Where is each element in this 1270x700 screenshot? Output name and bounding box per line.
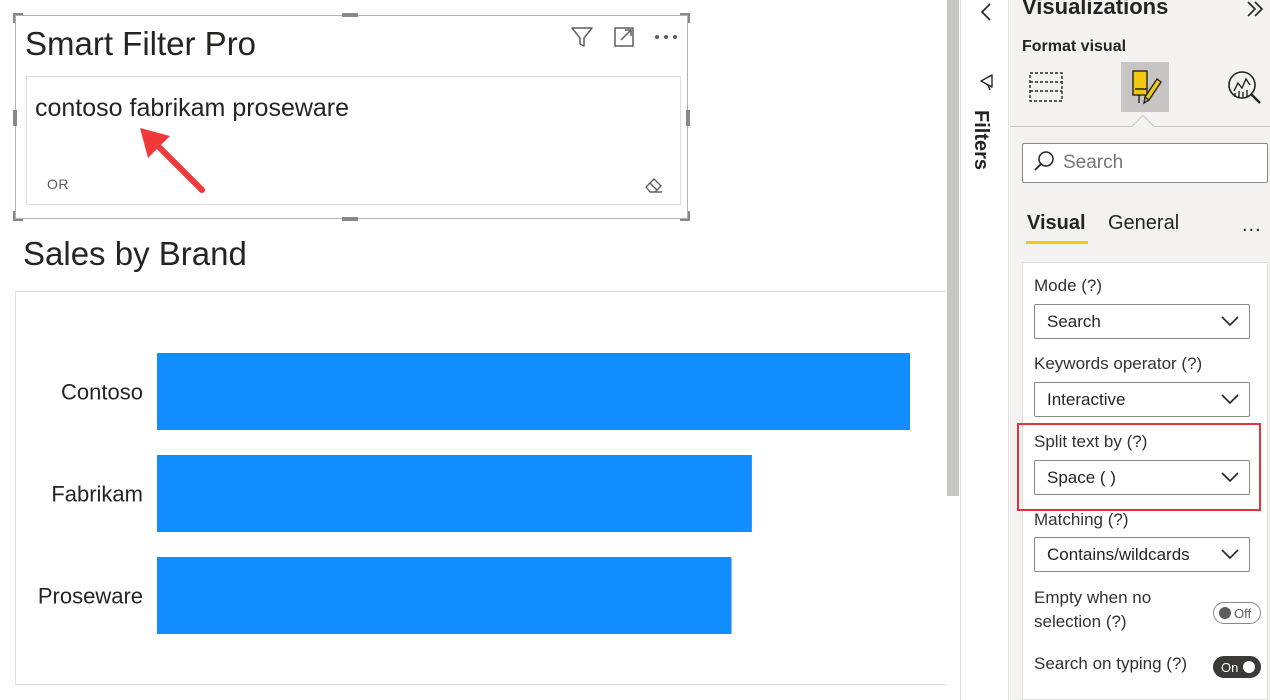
search-icon xyxy=(1033,150,1055,177)
resize-handle-right[interactable] xyxy=(686,110,690,126)
filter-icon[interactable] xyxy=(567,22,597,52)
format-search-box[interactable] xyxy=(1022,143,1268,183)
split-text-dropdown[interactable]: Space ( ) xyxy=(1034,460,1250,495)
canvas-scrollbar-thumb[interactable] xyxy=(947,0,959,496)
tab-visual-underline xyxy=(1026,241,1088,244)
resize-handle-top-left[interactable] xyxy=(13,13,23,23)
matching-label: Matching (?) xyxy=(1034,510,1129,529)
eraser-icon[interactable] xyxy=(644,176,664,194)
keywords-operator-dropdown[interactable]: Interactive xyxy=(1034,382,1250,417)
sales-bar-chart[interactable]: Contoso Fabrikam Proseware xyxy=(15,291,947,685)
chevron-left-icon[interactable] xyxy=(975,0,997,24)
toggle-state-label: Off xyxy=(1234,606,1252,621)
chevron-down-icon xyxy=(1221,549,1239,560)
format-visual-icon[interactable] xyxy=(1121,62,1169,112)
bar-proseware[interactable] xyxy=(157,557,732,634)
filters-flag-icon xyxy=(977,72,997,92)
tab-visual[interactable]: Visual xyxy=(1027,212,1086,235)
visualizations-title: Visualizations xyxy=(1022,0,1169,19)
focus-mode-icon[interactable] xyxy=(609,22,639,52)
resize-handle-bottom[interactable] xyxy=(342,217,358,221)
category-label: Fabrikam xyxy=(51,482,143,507)
tab-general[interactable]: General xyxy=(1108,212,1179,235)
toggle-state-label: On xyxy=(1221,660,1239,675)
bar-fabrikam[interactable] xyxy=(157,455,752,532)
keywords-operator-value: Interactive xyxy=(1047,390,1126,409)
double-chevron-right-icon[interactable] xyxy=(1244,0,1266,20)
empty-when-no-selection-toggle[interactable]: Off xyxy=(1213,602,1261,624)
operator-badge[interactable]: OR xyxy=(47,176,69,192)
search-on-typing-toggle[interactable]: On xyxy=(1213,656,1261,678)
filter-search-text[interactable]: contoso fabrikam proseware xyxy=(35,94,349,123)
active-tab-caret xyxy=(1131,114,1155,138)
resize-handle-top[interactable] xyxy=(342,13,358,17)
build-visual-icon[interactable] xyxy=(1022,62,1070,112)
more-options-icon[interactable]: ... xyxy=(1242,214,1262,237)
chevron-down-icon xyxy=(1221,316,1239,327)
search-input[interactable] xyxy=(1063,152,1253,174)
resize-handle-bottom-left[interactable] xyxy=(13,211,23,221)
resize-handle-bottom-right[interactable] xyxy=(680,211,690,221)
filters-label[interactable]: Filters xyxy=(969,110,992,170)
analytics-icon[interactable] xyxy=(1220,62,1268,112)
resize-handle-left[interactable] xyxy=(13,110,17,126)
split-text-value: Space ( ) xyxy=(1047,468,1116,487)
settings-card: Mode (?) Search Keywords operator (?) In… xyxy=(1017,262,1268,700)
filter-search-box[interactable]: contoso fabrikam proseware OR xyxy=(26,76,681,205)
visual-header-icons xyxy=(567,22,681,52)
category-label: Proseware xyxy=(38,584,143,609)
mode-dropdown[interactable]: Search xyxy=(1034,304,1250,339)
chevron-down-icon xyxy=(1221,472,1239,483)
mode-value: Search xyxy=(1047,312,1101,331)
visualizations-pane: Visualizations Format visual Search Visu… xyxy=(1010,0,1270,700)
empty-when-no-selection-label-line2: selection (?) xyxy=(1034,612,1127,631)
empty-when-no-selection-label-line1: Empty when no xyxy=(1034,588,1152,607)
category-label: Contoso xyxy=(61,380,143,405)
search-on-typing-label: Search on typing (?) xyxy=(1034,654,1188,673)
filter-visual-title: Smart Filter Pro xyxy=(25,25,257,62)
smart-filter-visual[interactable]: Smart Filter Pro contoso fabrikam prosew… xyxy=(13,13,690,221)
chevron-down-icon xyxy=(1221,394,1239,405)
matching-value: Contains/wildcards xyxy=(1047,545,1190,564)
toggle-knob xyxy=(1219,607,1231,619)
format-visual-label: Format visual xyxy=(1022,38,1127,55)
chart-title: Sales by Brand xyxy=(23,235,247,272)
toggle-knob xyxy=(1243,661,1255,673)
keywords-operator-label: Keywords operator (?) xyxy=(1034,354,1203,373)
resize-handle-top-right[interactable] xyxy=(680,13,690,23)
filters-pane-collapsed[interactable]: Filters xyxy=(960,0,1009,700)
matching-dropdown[interactable]: Contains/wildcards xyxy=(1034,537,1250,572)
annotation-arrow-icon xyxy=(140,128,205,193)
report-canvas: Smart Filter Pro contoso fabrikam prosew… xyxy=(0,0,960,700)
more-options-icon[interactable] xyxy=(651,22,681,52)
bar-contoso[interactable] xyxy=(157,353,910,430)
mode-label: Mode (?) xyxy=(1034,276,1103,295)
split-text-label: Split text by (?) xyxy=(1034,432,1148,451)
